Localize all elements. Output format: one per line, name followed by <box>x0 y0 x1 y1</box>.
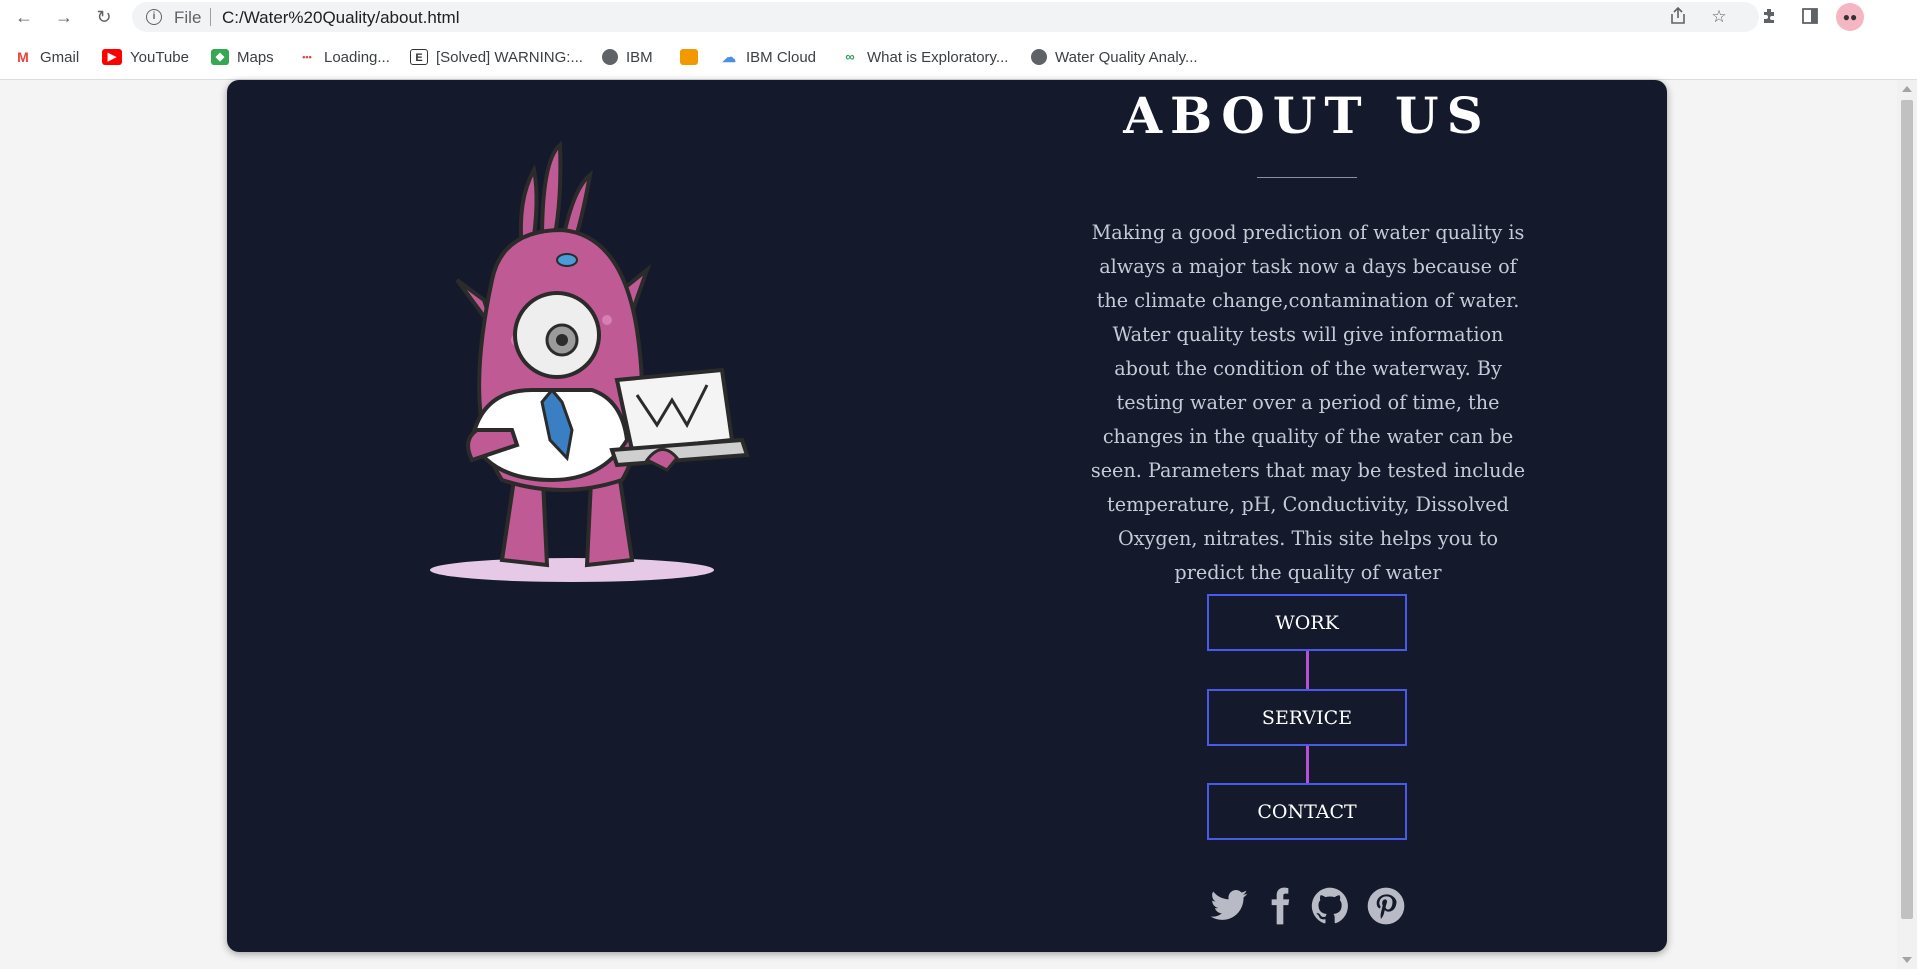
about-card: ABOUT US Making a good prediction of wat… <box>227 80 1667 952</box>
bookmark-youtube[interactable]: ▶ YouTube <box>102 46 189 68</box>
back-icon[interactable]: ← <box>12 5 36 29</box>
file-label: File <box>174 8 202 27</box>
about-description: Making a good prediction of water qualit… <box>1090 221 1526 584</box>
bookmark-gmail[interactable]: M Gmail <box>14 46 79 68</box>
separator <box>210 8 211 26</box>
connector-line <box>1306 746 1309 786</box>
bookmark-solved-warning[interactable]: E [Solved] WARNING:... <box>410 46 583 68</box>
bookmark-book[interactable] <box>680 46 706 68</box>
title-divider <box>1257 177 1357 178</box>
scroll-down-icon[interactable] <box>1902 957 1912 963</box>
gmail-icon: M <box>14 49 32 65</box>
scrollbar-thumb[interactable] <box>1901 100 1913 919</box>
bookmark-exploratory[interactable]: ∞ What is Exploratory... <box>841 46 1008 68</box>
info-icon[interactable]: i <box>146 9 162 25</box>
book-icon <box>680 49 698 65</box>
bookmark-water-quality[interactable]: Water Quality Analy... <box>1031 46 1198 68</box>
share-icon[interactable] <box>1667 6 1689 28</box>
bookmark-label: Water Quality Analy... <box>1055 48 1198 66</box>
page-viewport: ABOUT US Making a good prediction of wat… <box>0 80 1897 969</box>
e-icon: E <box>410 49 428 65</box>
link-icon: ∞ <box>841 49 859 65</box>
bookmark-label: [Solved] WARNING:... <box>436 48 583 66</box>
bookmark-star-icon[interactable]: ☆ <box>1708 6 1730 28</box>
bookmark-label: Gmail <box>40 48 80 66</box>
extensions-icon[interactable] <box>1758 6 1780 28</box>
profile-avatar[interactable]: ●● <box>1836 3 1864 31</box>
bookmarks-bar: M Gmail ▶ YouTube ◆ Maps ••• Loading... … <box>0 34 1917 80</box>
forward-icon[interactable]: → <box>52 5 76 29</box>
facebook-icon[interactable] <box>1260 886 1300 926</box>
github-icon[interactable] <box>1310 886 1350 926</box>
pinterest-icon[interactable] <box>1366 886 1406 926</box>
scroll-up-icon[interactable] <box>1902 86 1912 92</box>
bookmark-label: Maps <box>237 48 274 66</box>
address-bar[interactable]: i File C:/Water%20Quality/about.html <box>132 2 1759 32</box>
browser-toolbar: ← → ↻ i File C:/Water%20Quality/about.ht… <box>0 0 1917 34</box>
vertical-scrollbar[interactable] <box>1897 80 1917 969</box>
bookmark-label: IBM <box>626 48 653 66</box>
reload-icon[interactable]: ↻ <box>92 5 116 29</box>
globe-icon <box>602 49 618 65</box>
url-text[interactable]: C:/Water%20Quality/about.html <box>222 8 459 28</box>
contact-button[interactable]: CONTACT <box>1207 783 1407 840</box>
youtube-icon: ▶ <box>102 49 122 65</box>
bookmark-maps[interactable]: ◆ Maps <box>211 46 274 68</box>
maps-icon: ◆ <box>211 49 229 65</box>
service-button[interactable]: SERVICE <box>1207 689 1407 746</box>
work-button[interactable]: WORK <box>1207 594 1407 651</box>
bookmark-ibm[interactable]: IBM <box>602 46 653 68</box>
twitter-icon[interactable] <box>1209 886 1249 926</box>
bookmark-loading[interactable]: ••• Loading... <box>298 46 390 68</box>
bookmark-label: IBM Cloud <box>746 48 817 66</box>
side-panel-icon[interactable] <box>1799 6 1821 28</box>
loading-icon: ••• <box>298 49 316 65</box>
globe-icon <box>1031 49 1047 65</box>
bookmark-label: Loading... <box>324 48 390 66</box>
bookmark-ibm-cloud[interactable]: ☁ IBM Cloud <box>720 46 816 68</box>
connector-line <box>1306 651 1309 691</box>
cloud-icon: ☁ <box>720 49 738 65</box>
page-title: ABOUT US <box>1123 86 1491 145</box>
monster-illustration <box>430 140 750 582</box>
bookmark-label: YouTube <box>130 48 189 66</box>
bookmark-label: What is Exploratory... <box>867 48 1009 66</box>
